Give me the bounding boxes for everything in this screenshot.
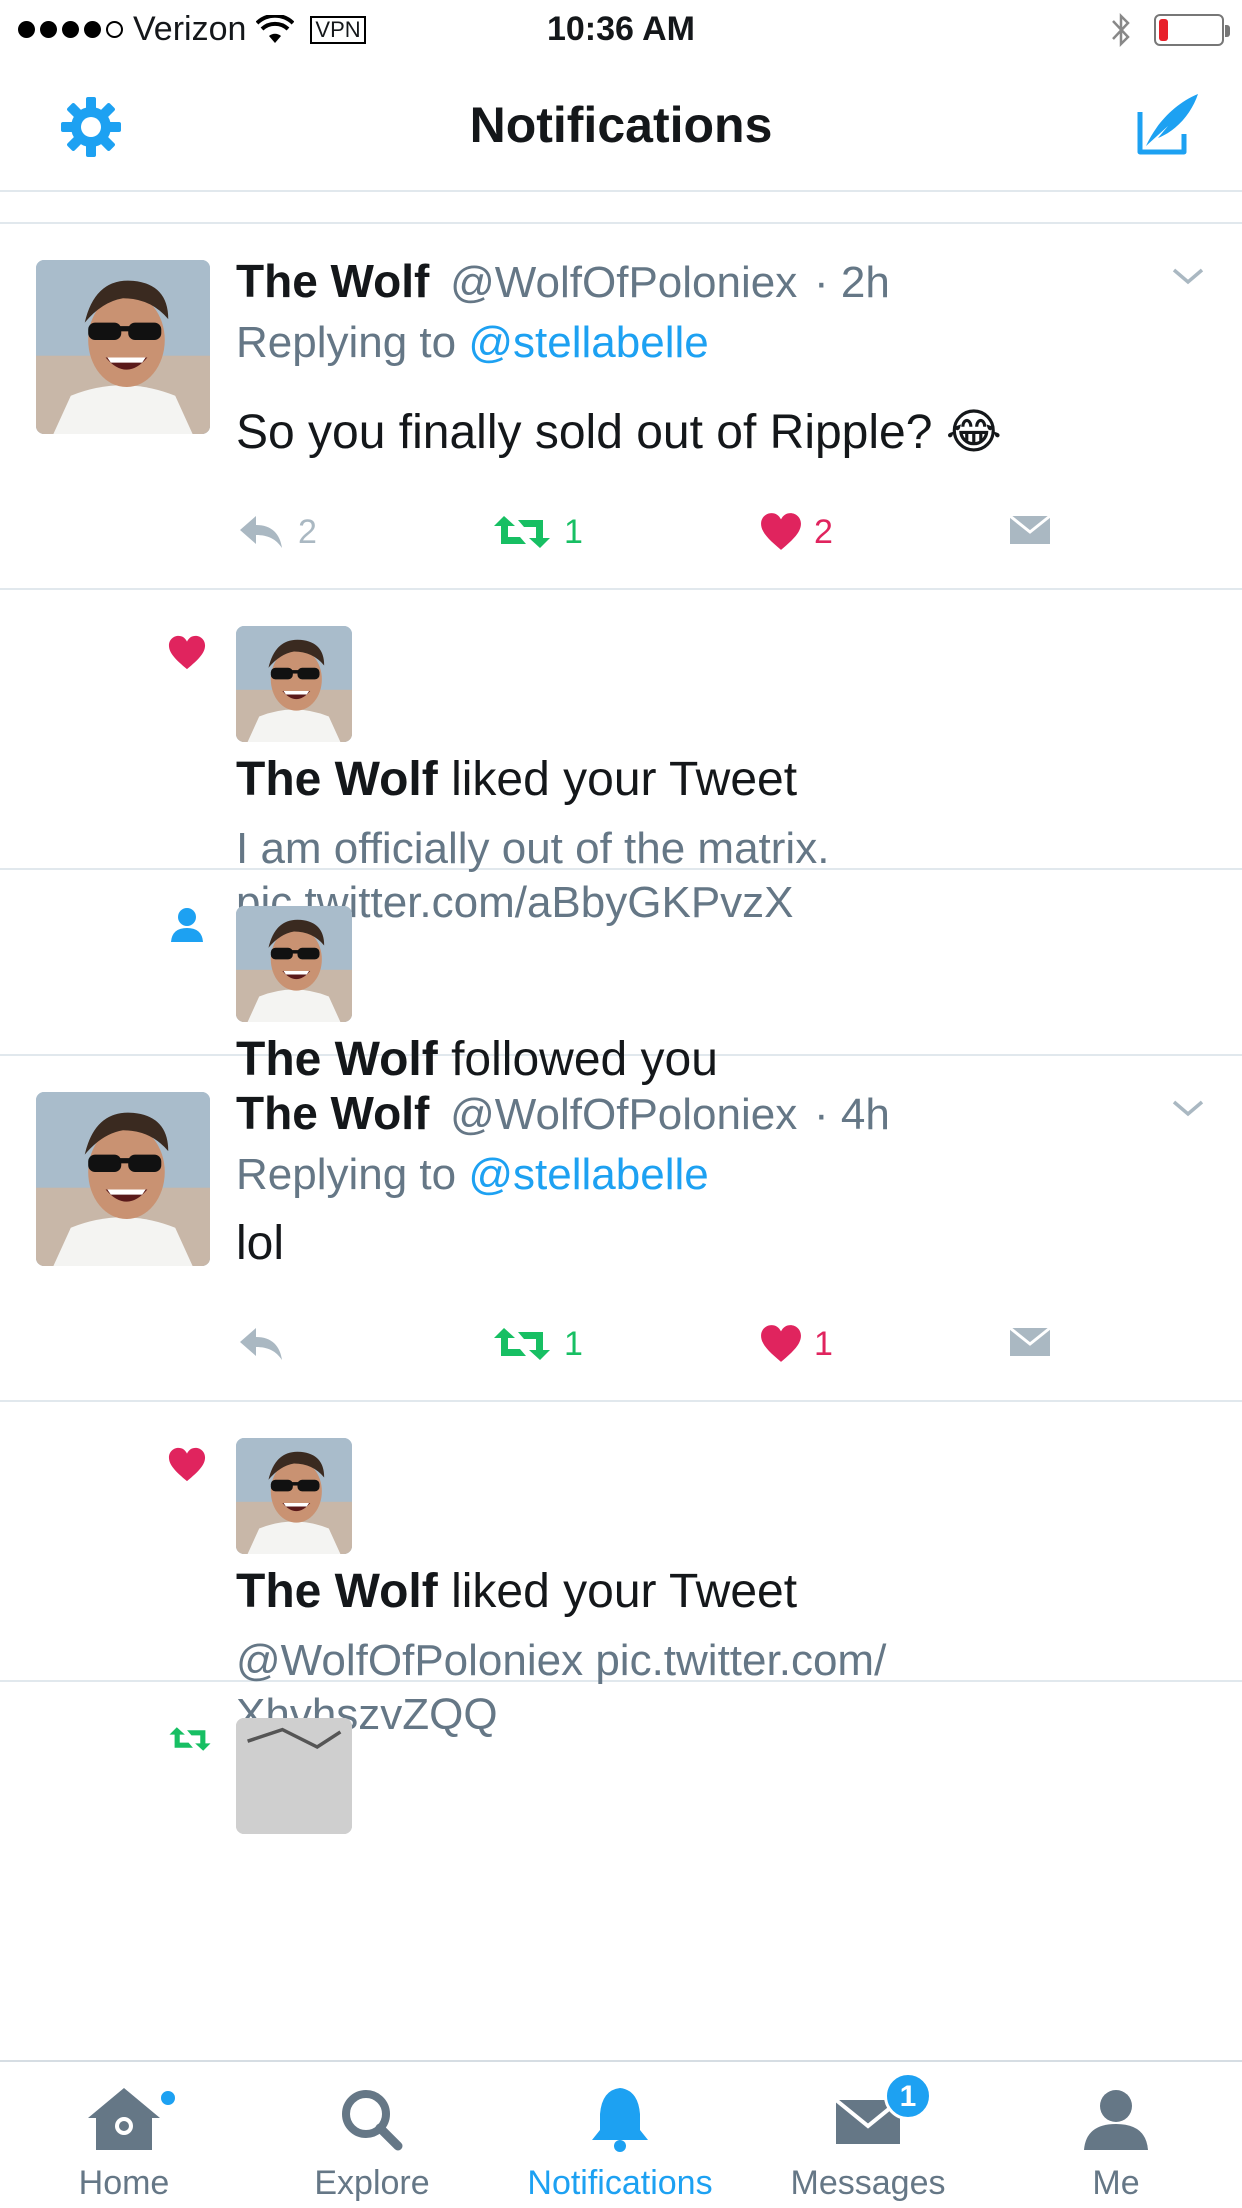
status-right — [1110, 12, 1230, 48]
tab-label: Home — [78, 2164, 170, 2202]
user-handle: @WolfOfPoloniex — [450, 258, 798, 307]
tab-explore[interactable]: Explore — [248, 2062, 496, 2208]
notification-action: liked your Tweet — [451, 1565, 798, 1618]
reply-button[interactable] — [236, 1324, 298, 1364]
direct-message-button[interactable] — [1008, 512, 1052, 548]
mention-link[interactable]: @stellabelle — [468, 1150, 708, 1199]
battery-level — [1159, 19, 1168, 41]
user-name[interactable]: The Wolf — [236, 1087, 429, 1139]
reply-button[interactable]: 2 — [236, 512, 317, 552]
like-button[interactable]: 1 — [760, 1324, 833, 1364]
tweet-item[interactable]: The Wolf @WolfOfPoloniex · 4h Replying t… — [0, 1056, 1242, 1402]
avatar[interactable] — [236, 1718, 352, 1834]
chevron-down-icon[interactable] — [1170, 264, 1206, 288]
retweet-icon — [168, 1724, 212, 1754]
heart-icon — [760, 1324, 802, 1364]
reply-icon — [236, 512, 286, 552]
user-name[interactable]: The Wolf — [236, 1565, 438, 1618]
retweet-button[interactable]: 1 — [492, 1324, 583, 1364]
tab-label: Notifications — [527, 2164, 713, 2202]
tab-label: Me — [1092, 2164, 1140, 2202]
envelope-icon — [1008, 512, 1052, 548]
tab-me[interactable]: Me — [992, 2062, 1242, 2208]
retweet-count: 1 — [564, 512, 583, 551]
tab-messages[interactable]: 1 Messages — [744, 2062, 992, 2208]
tab-bar: Home Explore Notifications 1 Messages Me — [0, 2060, 1242, 2208]
navigation-bar: Notifications — [0, 60, 1242, 192]
bluetooth-icon — [1112, 12, 1130, 48]
reply-icon — [236, 1324, 286, 1364]
user-name[interactable]: The Wolf — [236, 753, 438, 806]
status-bar: Verizon VPN 10:36 AM — [0, 0, 1242, 60]
heart-icon — [168, 634, 206, 672]
avatar[interactable] — [36, 1092, 210, 1266]
battery-icon — [1154, 14, 1230, 46]
status-time: 10:36 AM — [546, 10, 696, 48]
tweet-time: · 4h — [814, 1090, 890, 1139]
mention-link[interactable]: @stellabelle — [468, 318, 708, 367]
home-icon — [88, 2088, 160, 2150]
person-icon — [171, 908, 203, 942]
replying-label: Replying to — [236, 1150, 457, 1199]
tweet-text: lol — [236, 1217, 285, 1270]
retweet-button[interactable]: 1 — [492, 512, 583, 552]
retweet-icon — [492, 1324, 552, 1364]
direct-message-button[interactable] — [1008, 1324, 1052, 1360]
notifications-feed[interactable]: The Wolf @WolfOfPoloniex · 2h Replying t… — [0, 224, 1242, 1882]
reply-count: 2 — [298, 512, 317, 551]
user-handle: @WolfOfPoloniex — [450, 1090, 798, 1139]
replying-to: Replying to @stellabelle — [236, 1150, 709, 1200]
avatar[interactable] — [236, 1438, 352, 1554]
liked-tweet-line: I am officially out of the matrix. — [236, 824, 830, 873]
heart-icon — [168, 1446, 206, 1484]
tweet-item[interactable]: The Wolf @WolfOfPoloniex · 2h Replying t… — [0, 224, 1242, 590]
person-icon — [1084, 2090, 1148, 2150]
envelope-icon — [1008, 1324, 1052, 1360]
tab-notifications[interactable]: Notifications — [496, 2062, 744, 2208]
tweet-actions: 2 1 2 — [236, 512, 1096, 572]
like-button[interactable]: 2 — [760, 512, 833, 552]
new-content-indicator — [158, 2088, 178, 2108]
chevron-down-icon[interactable] — [1170, 1096, 1206, 1120]
tweet-time: · 2h — [814, 258, 890, 307]
avatar[interactable] — [236, 626, 352, 742]
tweet-text: So you finally sold out of Ripple? 😂 — [236, 406, 1002, 459]
compose-icon[interactable] — [1132, 90, 1202, 160]
tweet-header: The Wolf @WolfOfPoloniex · 4h — [236, 1086, 890, 1140]
heart-icon — [760, 512, 802, 552]
avatar[interactable] — [36, 260, 210, 434]
like-count: 1 — [814, 1324, 833, 1363]
notification-item[interactable] — [0, 1682, 1242, 1882]
notification-item[interactable]: The Wolf liked your Tweet @WolfOfPolonie… — [0, 1402, 1242, 1739]
search-icon — [342, 2090, 403, 2151]
bell-icon — [592, 2088, 648, 2152]
avatar[interactable] — [236, 906, 352, 1022]
replying-label: Replying to — [236, 318, 457, 367]
tab-label: Messages — [790, 2164, 946, 2202]
user-name[interactable]: The Wolf — [236, 255, 429, 307]
tweet-actions: 1 1 — [236, 1324, 1096, 1384]
notification-item[interactable]: The Wolf liked your Tweet I am officiall… — [0, 590, 1242, 927]
notification-text: The Wolf liked your Tweet — [236, 752, 797, 807]
messages-badge: 1 — [884, 2072, 932, 2120]
liked-tweet-line[interactable]: @WolfOfPoloniex pic.twitter.com/ — [236, 1634, 886, 1688]
tweet-header: The Wolf @WolfOfPoloniex · 2h — [236, 254, 890, 308]
retweet-icon — [492, 512, 552, 552]
notification-item[interactable]: The Wolf followed you — [0, 870, 1242, 1086]
tab-home[interactable]: Home — [0, 2062, 248, 2208]
notification-text: The Wolf liked your Tweet — [236, 1564, 797, 1619]
notification-action: liked your Tweet — [451, 753, 798, 806]
like-count: 2 — [814, 512, 833, 551]
page-title: Notifications — [469, 97, 773, 153]
retweet-count: 1 — [564, 1324, 583, 1363]
tab-label: Explore — [314, 2164, 430, 2202]
replying-to: Replying to @stellabelle — [236, 318, 709, 368]
